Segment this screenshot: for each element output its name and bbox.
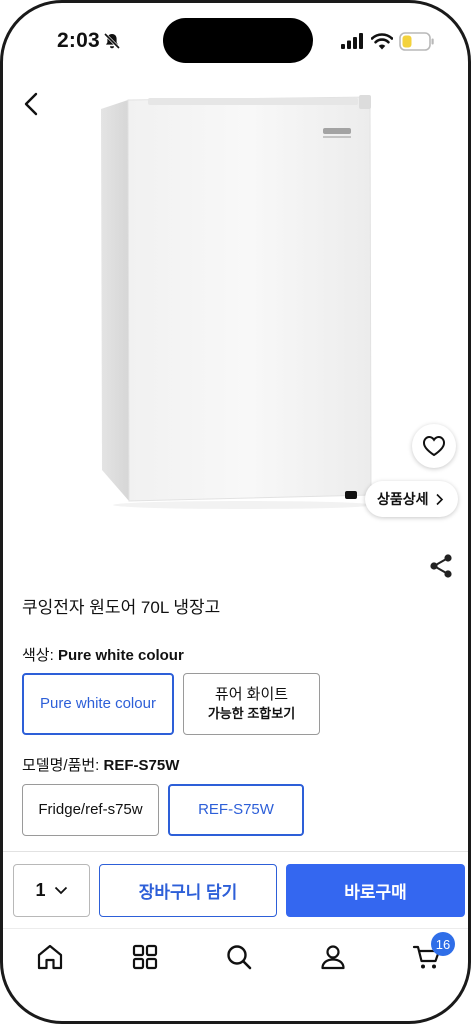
home-icon[interactable] [35,942,65,972]
dynamic-island [163,18,313,63]
quantity-value: 1 [35,880,46,900]
product-detail-label: 상품상세 [377,491,429,507]
back-button[interactable] [17,87,47,121]
phone-screen: 2:03 상품상세 쿠잉전자 원도어 70L 냉장고 색상: Pure whit… [0,0,471,1024]
model-option-label-1: Fridge/ref-s75w [38,800,143,818]
bottom-tab-bar [3,928,468,988]
add-to-cart-button[interactable]: 장바구니 담기 [99,864,277,917]
signal-icon [341,33,363,49]
color-option-pure-white[interactable]: Pure white colour [22,673,174,735]
model-option-fridge[interactable]: Fridge/ref-s75w [22,784,159,836]
wishlist-button[interactable] [412,424,456,468]
product-image [3,73,468,543]
color-option-sublabel-2: 가능한 조합보기 [207,706,296,722]
color-option-combination[interactable]: 퓨어 화이트 가능한 조합보기 [183,673,320,735]
category-grid-icon[interactable] [130,942,160,972]
wifi-icon [371,33,393,50]
color-option-label-2: 퓨어 화이트 [214,686,289,704]
heart-icon [422,435,446,457]
status-time: 2:03 [57,29,100,52]
model-label-text: 모델명/품번: [22,757,100,774]
color-option-label: 색상: Pure white colour [22,644,184,665]
color-label-text: 색상: [22,647,54,664]
product-detail-button[interactable]: 상품상세 [365,481,458,517]
model-option-label: 모델명/품번: REF-S75W [22,754,179,775]
bell-off-icon [103,32,121,50]
divider [3,851,468,852]
product-title: 쿠잉전자 원도어 70L 냉장고 [22,598,221,617]
buy-now-button[interactable]: 바로구매 [286,864,465,917]
model-option-ref-s75w[interactable]: REF-S75W [168,784,304,836]
user-icon[interactable] [318,942,348,972]
color-option-label-1: Pure white colour [40,694,156,712]
share-icon[interactable] [428,553,454,579]
cart-badge: 16 [431,932,455,956]
color-selected-value: Pure white colour [57,647,184,664]
chevron-down-icon [54,886,67,895]
model-option-label-2: REF-S75W [198,800,274,818]
battery-icon [399,32,434,51]
chevron-right-icon [435,493,443,505]
search-icon[interactable] [224,942,254,972]
model-selected-value: REF-S75W [103,757,180,774]
status-bar: 2:03 [3,3,468,73]
quantity-select[interactable]: 1 [13,864,90,917]
